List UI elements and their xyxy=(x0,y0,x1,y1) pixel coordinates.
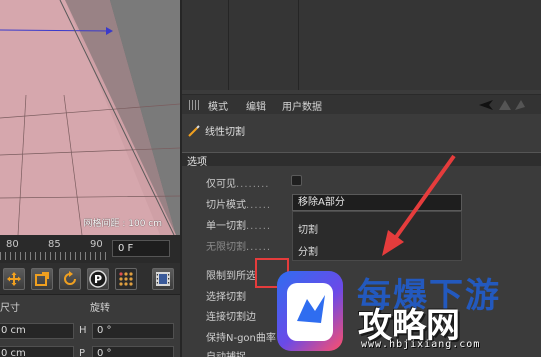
attribute-menubar: 模式 编辑 用户数据 xyxy=(182,94,541,114)
menu-user-data[interactable]: 用户数据 xyxy=(282,98,322,113)
p-icon: P xyxy=(89,270,107,288)
option-dots: ...... xyxy=(246,242,272,253)
dots-icon xyxy=(119,272,133,286)
transport-toolbar: P xyxy=(0,263,180,295)
option-dots: ...... xyxy=(246,200,272,211)
viewport-canvas xyxy=(0,0,180,235)
option-select-cut: 选择切割 xyxy=(206,292,246,303)
section-title: 选项 xyxy=(187,157,207,168)
size-x-field[interactable]: 0 cm xyxy=(0,323,74,339)
slice-mode-dropdown[interactable]: 移除A部分 xyxy=(292,194,462,211)
nav-arrows-icon[interactable] xyxy=(477,98,527,112)
rotate-icon xyxy=(64,271,76,285)
timeline[interactable]: 80 85 90 0 F xyxy=(0,235,180,263)
option-label: 单一切割 xyxy=(206,221,246,232)
rotation-p-field[interactable]: 0 ° xyxy=(92,346,174,357)
dropdown-option-cut[interactable]: 切割 xyxy=(298,221,318,236)
move-tool-button[interactable] xyxy=(3,268,25,290)
rotation-h-field[interactable]: 0 ° xyxy=(92,323,174,339)
timeline-tick: 80 xyxy=(6,239,19,250)
menu-edit[interactable]: 编辑 xyxy=(246,98,266,113)
move-icon xyxy=(7,272,21,286)
object-manager-area[interactable] xyxy=(180,0,541,90)
3d-viewport[interactable]: 网格间距 : 100 cm xyxy=(0,0,180,235)
knife-icon xyxy=(188,124,200,137)
timeline-ruler[interactable] xyxy=(0,252,110,260)
point-grid-button[interactable] xyxy=(115,268,137,290)
tool-title-text: 线性切割 xyxy=(205,127,245,138)
option-restrict-to-selection: 限制到所选 xyxy=(206,271,256,282)
visible-only-checkbox[interactable] xyxy=(291,175,302,186)
current-frame-field[interactable]: 0 F xyxy=(112,240,170,257)
watermark-url: www.hbjixiang.com xyxy=(361,339,481,350)
axis-h-label: H xyxy=(79,325,87,336)
column-divider xyxy=(298,0,299,90)
rotation-label: 旋转 xyxy=(90,303,110,314)
option-slice-mode: 切片模式...... xyxy=(206,196,271,211)
menu-mode[interactable]: 模式 xyxy=(208,98,228,113)
coordinates-panel: 尺寸 旋转 0 cm H 0 ° 0 cm P 0 ° xyxy=(0,295,180,357)
render-film-button[interactable] xyxy=(152,268,174,290)
size-y-field[interactable]: 0 cm xyxy=(0,346,74,357)
tool-title: 线性切割 xyxy=(188,123,245,138)
grid-spacing-readout: 网格间距 : 100 cm xyxy=(83,219,162,229)
grip-icon[interactable] xyxy=(189,100,200,110)
option-infinite-cut: 无限切割...... xyxy=(206,238,271,253)
column-divider xyxy=(228,0,229,90)
option-single-cut: 单一切割...... xyxy=(206,217,271,232)
slice-mode-options-list: 切割 分割 xyxy=(292,211,462,261)
timeline-tick: 90 xyxy=(90,239,103,250)
timeline-tick: 85 xyxy=(48,239,61,250)
film-icon xyxy=(156,272,170,286)
option-visible-only: 仅可见........ xyxy=(206,175,269,190)
option-label: 仅可见 xyxy=(206,179,236,190)
section-header-options[interactable]: 选项 xyxy=(182,152,541,168)
option-label: 切片模式 xyxy=(206,200,246,211)
rotate-tool-button[interactable] xyxy=(59,268,81,290)
svg-text:P: P xyxy=(94,273,102,286)
option-keep-ngon-curvature: 保持N-gon曲率 xyxy=(206,333,276,344)
option-dots: ........ xyxy=(236,179,270,190)
option-dots: ...... xyxy=(246,221,272,232)
option-auto-snap: 自动捕捉 xyxy=(206,348,246,357)
watermark-logo xyxy=(277,271,343,351)
bird-logo-icon xyxy=(287,283,333,341)
parameter-tool-button[interactable]: P xyxy=(87,268,109,290)
option-connect-cut-edges: 连接切割边 xyxy=(206,312,256,323)
scale-icon xyxy=(35,272,49,286)
size-label: 尺寸 xyxy=(0,303,20,314)
scale-tool-button[interactable] xyxy=(31,268,53,290)
dropdown-option-split[interactable]: 分割 xyxy=(298,243,318,258)
option-label: 无限切割 xyxy=(206,242,246,253)
axis-p-label: P xyxy=(79,348,86,357)
